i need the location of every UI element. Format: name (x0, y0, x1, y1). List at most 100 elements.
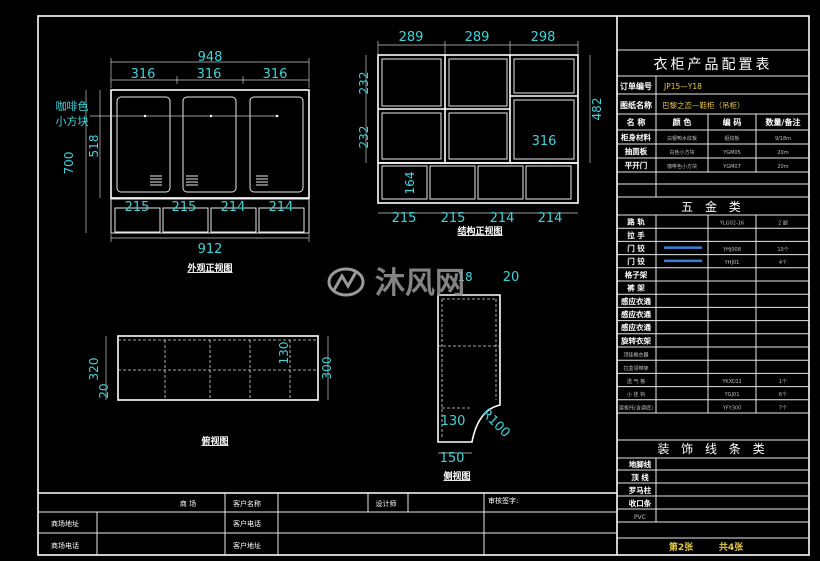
material-color-2: 白色小方块 (669, 149, 694, 156)
trim-item-1: 地脚线 (629, 459, 652, 469)
header-qty: 数量/备注 (766, 117, 801, 127)
drawing-name-label: 图纸名称 (620, 100, 652, 110)
material-code-2: YGM05 (722, 150, 741, 156)
hardware-name: 透 气 格 (627, 378, 645, 385)
dim-structure-left-2: 232 (357, 126, 371, 149)
dim-bottom-total: 912 (198, 242, 223, 257)
hardware-name: 拉 手 (627, 230, 645, 240)
hardware-name: 旋转衣架 (620, 335, 651, 345)
designer-label: 设计师 (376, 499, 397, 508)
trim-item-3: 罗马柱 (629, 485, 652, 495)
watermark: 沐风网 (327, 266, 465, 301)
trim-item-5: PVC (634, 514, 646, 521)
front-structure-view: 289 289 298 232 232 482 316 164 215 215 … (357, 30, 604, 237)
page-current: 第2张 (669, 541, 694, 553)
material-code-3: YGM07 (722, 164, 741, 170)
hardware-qty: 1个 (779, 379, 787, 385)
dim-height-700: 700 (62, 152, 76, 175)
dim-top-width-2: 316 (197, 67, 222, 82)
caption-side-view: 侧视图 (443, 470, 470, 482)
dim-side-radius: R100 (478, 406, 513, 441)
handle-dot-right (275, 114, 279, 118)
dim-structure-left-1: 232 (357, 72, 371, 95)
mall-label: 商 场 (180, 499, 196, 508)
cabinet-upper-body (110, 89, 310, 199)
client-phone-label: 客户电话 (233, 519, 261, 528)
hardware-name: 格子架 (625, 269, 648, 279)
handle-dot-middle (209, 114, 213, 118)
hardware-code: YKXC01 (721, 379, 741, 385)
note-color-line2: 小方块 (56, 114, 89, 128)
dim-side-bottom: 130 (441, 414, 466, 429)
dim-structure-drawer: 164 (403, 172, 417, 195)
hardware-name: 拉盒领带架 (623, 365, 648, 372)
door-right (249, 96, 304, 193)
dim-bottom-width-3: 214 (221, 200, 246, 215)
header-name: 名 称 (627, 117, 646, 127)
dim-top-view-edge: 20 (97, 383, 111, 398)
bottom-info-block: 商 场 客户名称 设计师 审核签字: 商场地址 客户电话 商场电话 客户地址 (38, 493, 617, 555)
client-name-label: 客户名称 (233, 499, 261, 508)
order-value: JP15—Y18 (663, 82, 702, 91)
dim-structure-top-3: 298 (531, 30, 556, 45)
top-view: 320 20 130 300 俯视图 (87, 335, 334, 447)
watermark-text: 沐风网 (375, 266, 465, 301)
material-name-1: 柜身材料 (620, 132, 651, 142)
hinge-color-swatch (664, 259, 702, 263)
material-name-2: 抽面板 (625, 146, 648, 156)
hardware-name: 顶挂推衣器 (623, 352, 648, 359)
dim-height-518: 518 (87, 135, 101, 158)
note-color-line1: 咖啡色 (56, 99, 89, 113)
hardware-section-title: 五 金 类 (681, 199, 745, 214)
dim-top-width-1: 316 (131, 67, 156, 82)
drawing-sheet: 948 316 316 316 518 700 215 215 214 214 … (37, 15, 810, 556)
dim-top-width-3: 316 (263, 67, 288, 82)
side-view: 18 20 130 R100 150 侧视图 (437, 270, 519, 482)
hardware-qty: 7个 (779, 405, 787, 411)
hardware-qty: 2 副 (778, 220, 788, 227)
dim-bottom-width-2: 215 (172, 200, 197, 215)
material-code-1: 铝纹板 (724, 135, 739, 142)
watermark-logo-icon (327, 267, 365, 297)
hardware-name: 裤 架 (626, 283, 645, 293)
caption-front-structure: 结构正视图 (457, 225, 502, 237)
hardware-table: 路 轨 YLG02-16 2 副拉 手门 铰 YHJ008 10个门 铰 YHJ01 4个格… (617, 215, 809, 414)
dim-structure-right: 482 (590, 98, 604, 121)
hardware-code: YHJ01 (724, 260, 740, 266)
material-qty-2: 20m (777, 150, 788, 156)
dim-structure-bottom-4: 214 (538, 211, 563, 226)
hardware-name: 感应衣通 (621, 296, 651, 306)
dim-top-view-depth: 320 (87, 358, 101, 381)
hardware-qty: 6个 (779, 392, 787, 398)
material-qty-3: 20m (777, 164, 788, 170)
dim-structure-top-2: 289 (465, 30, 490, 45)
material-color-1: 白银鸭水纹板 (667, 135, 697, 142)
hardware-name: 感应衣通 (621, 309, 651, 319)
dim-bottom-width-4: 214 (269, 200, 294, 215)
material-color-3: 咖啡色小方块 (667, 163, 697, 170)
hardware-name: 层板托(含调底) (619, 404, 653, 411)
drawing-name-value: 巴黎之恋—鞋柜（吊柜） (662, 100, 745, 110)
order-label: 订单编号 (620, 81, 652, 91)
material-qty-1: 9/18m (775, 136, 791, 142)
hardware-qty: 10个 (777, 247, 788, 253)
review-sign-label: 审核签字: (488, 496, 518, 505)
hardware-code: YGJ01 (724, 392, 740, 398)
door-middle (182, 96, 237, 193)
dim-structure-bottom-3: 214 (490, 211, 515, 226)
caption-front-exterior: 外观正视图 (186, 262, 232, 274)
dim-structure-inner: 316 (532, 134, 557, 149)
trim-section-title: 装 饰 线 条 类 (657, 442, 768, 456)
header-code: 编 码 (723, 117, 742, 127)
hardware-code: YLG02-16 (719, 221, 744, 227)
dim-overall-width: 948 (198, 50, 223, 65)
trim-item-4: 收口条 (629, 498, 652, 508)
hardware-qty: 4个 (779, 260, 787, 266)
hardware-name: 门 铰 (627, 256, 645, 266)
page-total: 共4张 (719, 541, 744, 553)
mall-address-label: 商场地址 (51, 519, 79, 528)
dim-structure-bottom-1: 215 (392, 211, 417, 226)
dim-bottom-width-1: 215 (125, 200, 150, 215)
hardware-code: YFY300 (722, 405, 742, 411)
client-address-label: 客户地址 (233, 541, 261, 550)
